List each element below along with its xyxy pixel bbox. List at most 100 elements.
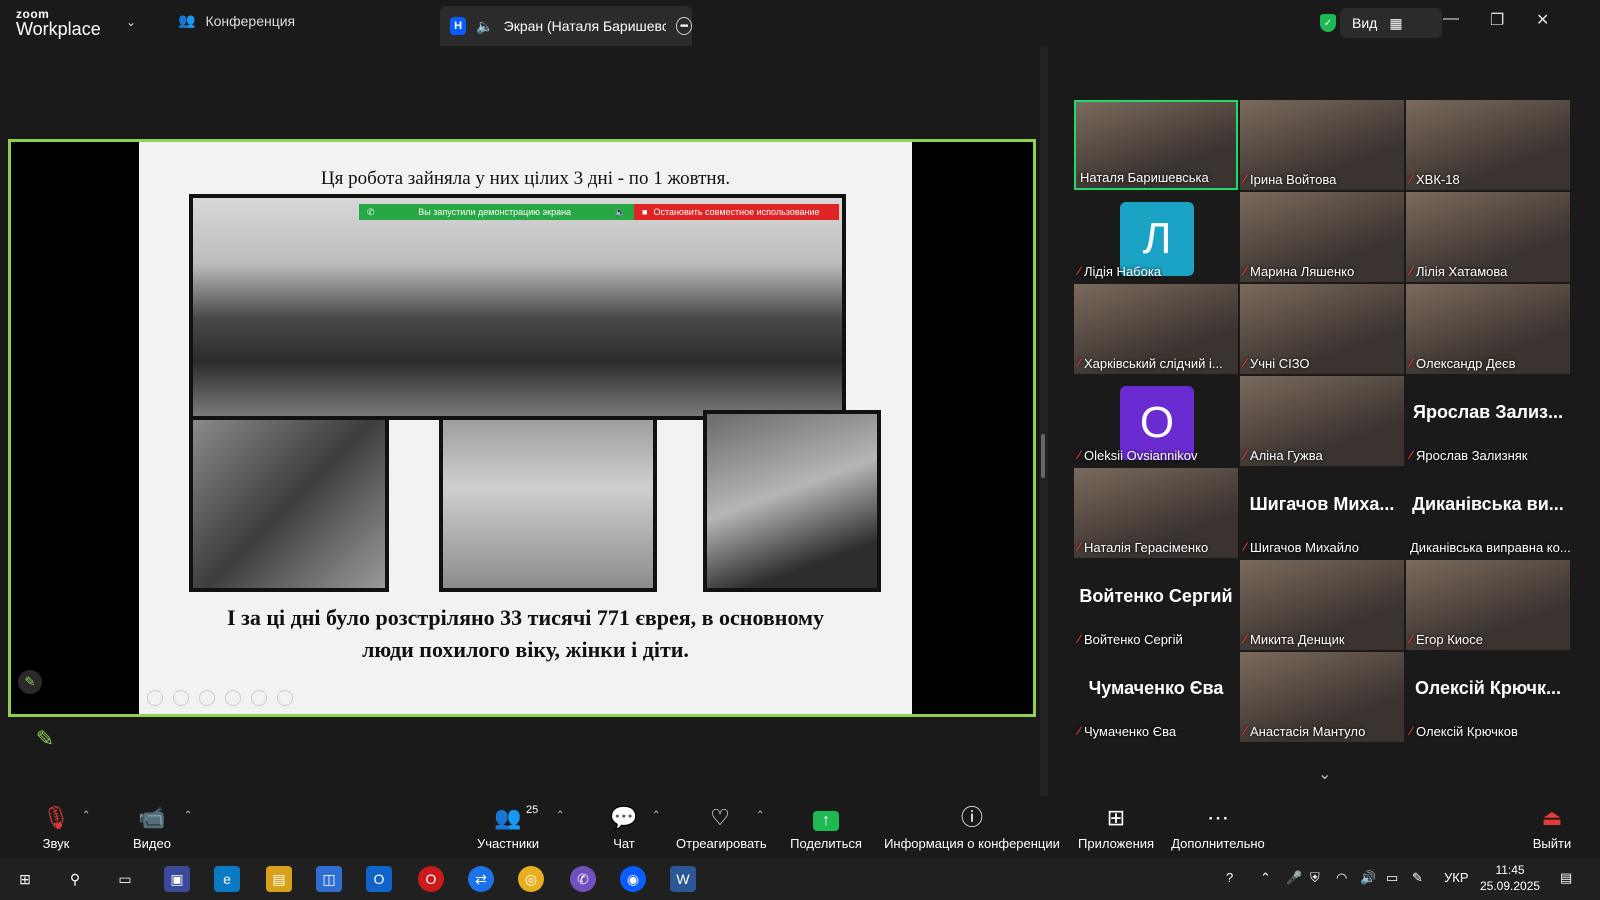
participant-tile[interactable]: Ярослав Зализ... ⁄ Ярослав Зализняк — [1406, 376, 1570, 466]
chrome-icon[interactable]: ◎ — [518, 866, 544, 892]
react-caret-icon[interactable]: ⌃ — [756, 810, 764, 821]
annotate-pen-icon[interactable]: ✎ — [30, 724, 60, 754]
opera-icon[interactable]: O — [418, 866, 444, 892]
viber-icon[interactable]: ✆ — [570, 866, 596, 892]
next-slide-icon[interactable] — [173, 690, 189, 706]
participant-tile[interactable]: ⁄ Микита Денщик — [1240, 560, 1404, 650]
participant-name-bar: ⁄ Аліна Гужва — [1244, 446, 1323, 464]
word-icon[interactable]: W — [670, 866, 696, 892]
chevron-down-icon[interactable]: ⌄ — [126, 15, 136, 29]
audio-button[interactable]: 🎙 Звук — [34, 804, 78, 851]
stop-share-banner: ■ Остановить совместное использование — [634, 204, 839, 220]
mic-tray-icon[interactable]: 🎤 — [1286, 870, 1302, 886]
participant-tile[interactable]: ⁄ Анастасія Мантуло — [1240, 652, 1404, 742]
folder-icon[interactable]: ▤ — [266, 866, 292, 892]
close-icon[interactable]: ✕ — [1536, 10, 1549, 30]
participant-tile[interactable]: ⁄ Ірина Войтова — [1240, 100, 1404, 190]
participant-tile[interactable]: ⁄ Лілія Хатамова — [1406, 192, 1570, 282]
participants-caret-icon[interactable]: ⌃ — [556, 810, 564, 821]
grid-icon: ▦ — [1389, 14, 1403, 31]
participant-name: Шигачов Михайло — [1250, 539, 1360, 555]
chevron-down-icon[interactable]: ⌄ — [1318, 764, 1331, 784]
participant-tile[interactable]: Войтенко Сергий ⁄ Войтенко Сергій — [1074, 560, 1238, 650]
battery-icon[interactable]: ▭ — [1386, 870, 1398, 886]
participant-tile[interactable]: Л ⁄ Лідія Набока — [1074, 192, 1238, 282]
notifications-icon[interactable]: ▤ — [1560, 870, 1572, 886]
participant-tile[interactable]: ⁄ Марина Ляшенко — [1240, 192, 1404, 282]
participant-tile[interactable]: Шигачов Миха... ⁄ Шигачов Михайло — [1240, 468, 1404, 558]
share-button[interactable]: ↑ Поделиться — [790, 804, 862, 851]
participant-display-name: Войтенко Сергий — [1079, 586, 1233, 606]
share-label: Поделиться — [790, 836, 862, 851]
participant-tile[interactable]: O ⁄ Oleksii Ovsiannikov — [1074, 376, 1238, 466]
clock-date: 25.09.2025 — [1480, 879, 1541, 893]
options-icon[interactable] — [277, 690, 293, 706]
participant-name: Егор Киосе — [1416, 631, 1484, 647]
view-button[interactable]: Вид ▦ — [1340, 8, 1442, 38]
edge-icon[interactable]: e — [214, 866, 240, 892]
panel-splitter[interactable] — [1040, 46, 1048, 796]
participant-tile[interactable]: Чумаченко Єва ⁄ Чумаченко Єва — [1074, 652, 1238, 742]
store-icon[interactable]: ◫ — [316, 866, 342, 892]
teamviewer-icon[interactable]: ⇄ — [468, 866, 494, 892]
clock-time: 11:45 — [1495, 863, 1525, 877]
apps-button[interactable]: ⊞ Приложения — [1078, 804, 1154, 851]
participant-name: Диканівська виправна ко... — [1410, 539, 1570, 555]
more-button[interactable]: ⋯ Дополнительно — [1170, 804, 1266, 851]
meeting-info-button[interactable]: ⓘ Информация о конференции — [884, 804, 1060, 851]
language-indicator[interactable]: УКР — [1444, 870, 1469, 885]
zoom-icon[interactable] — [251, 690, 267, 706]
participant-tile[interactable]: ⁄ Олександр Деєв — [1406, 284, 1570, 374]
more-icon[interactable]: ••• — [675, 17, 692, 35]
prev-slide-icon[interactable] — [147, 690, 163, 706]
pen-icon[interactable] — [199, 690, 215, 706]
video-button[interactable]: 📹 Видео — [126, 804, 178, 851]
chevron-up-icon[interactable]: ⌃ — [1260, 870, 1271, 886]
participant-tile[interactable]: ⁄ Наталія Герасіменко — [1074, 468, 1238, 558]
participant-name-bar: ⁄ Ярослав Зализняк — [1410, 446, 1528, 464]
help-icon[interactable]: ? — [1226, 870, 1233, 885]
chat-button[interactable]: 💬 Чат — [606, 804, 642, 851]
participant-tile[interactable]: ⁄ Егор Киосе — [1406, 560, 1570, 650]
participant-tile[interactable]: ⁄ Аліна Гужва — [1240, 376, 1404, 466]
annotate-icon[interactable]: ✎ — [18, 670, 42, 694]
restore-icon[interactable]: ❐ — [1490, 10, 1504, 30]
defender-icon[interactable]: ⛨ — [1310, 870, 1320, 886]
outlook-icon[interactable]: O — [366, 866, 392, 892]
participant-tile[interactable]: ⁄ Учні СІЗО — [1240, 284, 1404, 374]
participant-tile[interactable]: ⁄ Харківський слідчий і... — [1074, 284, 1238, 374]
task-view-icon[interactable]: ▭ — [112, 866, 138, 892]
audio-caret-icon[interactable]: ⌃ — [82, 810, 90, 821]
apps-label: Приложения — [1078, 836, 1155, 851]
participant-tile[interactable]: Диканівська ви... Диканівська виправна ко… — [1406, 468, 1570, 558]
participant-tile[interactable]: Олексій Крючк... ⁄ Олексій Крючков — [1406, 652, 1570, 742]
zoom-app-icon[interactable]: ◉ — [620, 866, 646, 892]
windows-start-icon[interactable]: ⊞ — [12, 866, 38, 892]
react-button[interactable]: ♡ Отреагировать — [676, 804, 767, 851]
shield-icon[interactable]: ✓ — [1320, 14, 1336, 32]
tab-conference[interactable]: 👥 Конференция — [178, 12, 295, 29]
participant-tile[interactable]: Наталя Баришевська — [1074, 100, 1238, 190]
tab-screen-share[interactable]: Н 🔈 Экран (Наталя Баришевськ ••• — [440, 6, 692, 46]
minimize-icon[interactable]: — — [1443, 10, 1459, 28]
pen-tray-icon[interactable]: ✎ — [1412, 870, 1423, 886]
video-caret-icon[interactable]: ⌃ — [184, 810, 192, 821]
participant-name: Oleksii Ovsiannikov — [1084, 447, 1198, 463]
zoom-logo[interactable]: zoom Workplace — [16, 8, 101, 38]
volume-icon[interactable]: 🔊 — [1360, 870, 1376, 886]
splitter-handle[interactable] — [1041, 434, 1045, 478]
slides-icon[interactable] — [225, 690, 241, 706]
share-screen-icon: ↑ — [813, 811, 839, 831]
leave-button[interactable]: ⏏ Выйти — [1532, 804, 1572, 851]
caption-line-1: І за ці дні було розстріляно 33 тисячі 7… — [226, 605, 825, 630]
shared-screen[interactable]: Ця робота зайняла у них цілих 3 дні - по… — [8, 139, 1036, 717]
chat-caret-icon[interactable]: ⌃ — [652, 810, 660, 821]
save-app-icon[interactable]: ▣ — [164, 866, 190, 892]
participant-tile[interactable]: ⁄ ХВК-18 — [1406, 100, 1570, 190]
clock[interactable]: 11:45 25.09.2025 — [1480, 862, 1540, 894]
wifi-icon[interactable]: ◠ — [1336, 870, 1347, 886]
participant-name: Олексій Крючков — [1416, 723, 1518, 739]
search-icon[interactable]: ⚲ — [62, 866, 88, 892]
participant-name-bar: ⁄ Учні СІЗО — [1244, 354, 1310, 372]
photo-soldiers — [189, 416, 389, 592]
